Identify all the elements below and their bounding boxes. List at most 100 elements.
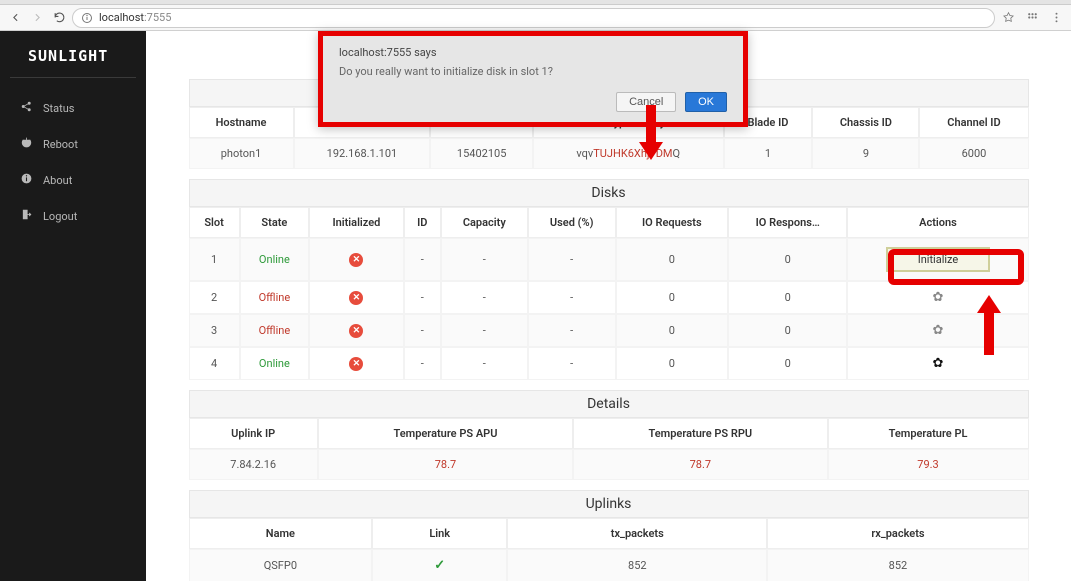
table-cell: 852 [767,549,1028,581]
sidebar-item-logout[interactable]: Logout [0,198,146,234]
back-button[interactable] [6,9,24,27]
sidebar: SUNLIGHT Status Reboot About Logout [0,31,146,581]
table-cell: - [528,347,616,380]
details-section-title: Details [189,390,1029,418]
column-header: Uplink IP [189,418,318,449]
x-icon: ✕ [349,253,363,267]
table-cell: 0 [616,314,728,347]
x-icon: ✕ [349,357,363,371]
column-header: Initialized [309,207,404,238]
table-cell: - [441,238,528,281]
star-button[interactable] [999,9,1017,27]
disk-state: Offline [240,314,310,347]
dialog-host: localhost:7555 says [339,46,727,59]
table-cell: 0 [728,238,847,281]
address-bar[interactable]: localhost:7555 [72,8,995,28]
table-cell: - [441,281,528,314]
info-icon [20,172,33,188]
table-cell: 4 [189,347,240,380]
check-icon: ✓ [434,558,445,573]
extensions-button[interactable] [1023,9,1041,27]
column-header: Actions [847,207,1028,238]
table-row: 3Offline✕---00✿ [189,314,1029,347]
table-cell: 7.84.2.16 [189,449,318,480]
forward-button[interactable] [28,9,46,27]
initialize-button[interactable]: Initialize [886,247,991,272]
site-info-icon [81,12,93,24]
column-header: Link [372,518,507,549]
dialog-ok-button[interactable]: OK [685,92,727,112]
column-header: Used (%) [528,207,616,238]
logout-icon [20,208,33,224]
disks-table: SlotStateInitializedIDCapacityUsed (%)IO… [189,207,1029,380]
table-cell: 78.7 [318,449,573,480]
gear-icon[interactable]: ✿ [933,323,944,338]
table-cell: vqvTUJHK6Xhj7DMQ [533,138,723,169]
annotation-arrow-down [640,105,662,160]
disk-initialized: ✕ [309,347,404,380]
table-cell: - [528,281,616,314]
column-header: rx_packets [767,518,1028,549]
table-cell: 79.3 [828,449,1029,480]
column-header: Capacity [441,207,528,238]
table-cell: 2 [189,281,240,314]
column-header: IO Respons… [728,207,847,238]
column-header: tx_packets [507,518,767,549]
sidebar-item-status[interactable]: Status [0,90,146,126]
x-icon: ✕ [349,324,363,338]
table-cell: 9 [812,138,919,169]
column-header: Temperature PS RPU [573,418,827,449]
sidebar-item-label: Status [43,102,74,115]
table-cell: - [404,281,441,314]
address-host: localhost:7555 [99,11,171,24]
disk-actions: ✿ [847,314,1028,347]
column-header: Channel ID [919,107,1028,138]
table-cell: 3 [189,314,240,347]
uplinks-section-title: Uplinks [189,490,1029,518]
column-header: Chassis ID [812,107,919,138]
table-cell: 15402105 [430,138,533,169]
table-cell: - [528,314,616,347]
disk-state: Online [240,238,310,281]
table-cell: - [528,238,616,281]
table-row: 4Online✕---00✿ [189,347,1029,380]
reload-button[interactable] [50,9,68,27]
gear-icon[interactable]: ✿ [933,290,944,305]
brand-logo: SUNLIGHT [10,45,136,78]
table-cell: - [404,347,441,380]
table-cell: photon1 [189,138,294,169]
disk-actions: ✿ [847,347,1028,380]
power-icon [20,136,33,152]
table-row: 1Online✕---00Initialize [189,238,1029,281]
sidebar-item-about[interactable]: About [0,162,146,198]
disk-initialized: ✕ [309,238,404,281]
disk-actions: ✿ [847,281,1028,314]
table-cell: 0 [616,347,728,380]
disk-state: Online [240,347,310,380]
column-header: Name [189,518,373,549]
x-icon: ✕ [349,291,363,305]
sidebar-item-label: About [43,174,72,187]
table-row: QSFP0 ✓ 852852 [189,549,1029,581]
sidebar-item-reboot[interactable]: Reboot [0,126,146,162]
column-header: Slot [189,207,240,238]
table-cell: 6000 [919,138,1028,169]
column-header: IO Requests [616,207,728,238]
table-cell: - [441,314,528,347]
share-icon [20,100,33,116]
gear-icon[interactable]: ✿ [933,356,944,371]
disk-initialized: ✕ [309,314,404,347]
table-cell: 0 [616,238,728,281]
column-header: Temperature PS APU [318,418,573,449]
disks-section-title: Disks [189,179,1029,207]
table-cell: QSFP0 [189,549,373,581]
table-cell: 0 [728,314,847,347]
table-row: 2Offline✕---00✿ [189,281,1029,314]
table-cell: 852 [507,549,767,581]
table-cell: ✓ [372,549,507,581]
table-cell: 0 [728,347,847,380]
menu-button[interactable] [1047,9,1065,27]
details-table: Uplink IPTemperature PS APUTemperature P… [189,418,1029,480]
disk-initialized: ✕ [309,281,404,314]
table-cell: 1 [724,138,813,169]
